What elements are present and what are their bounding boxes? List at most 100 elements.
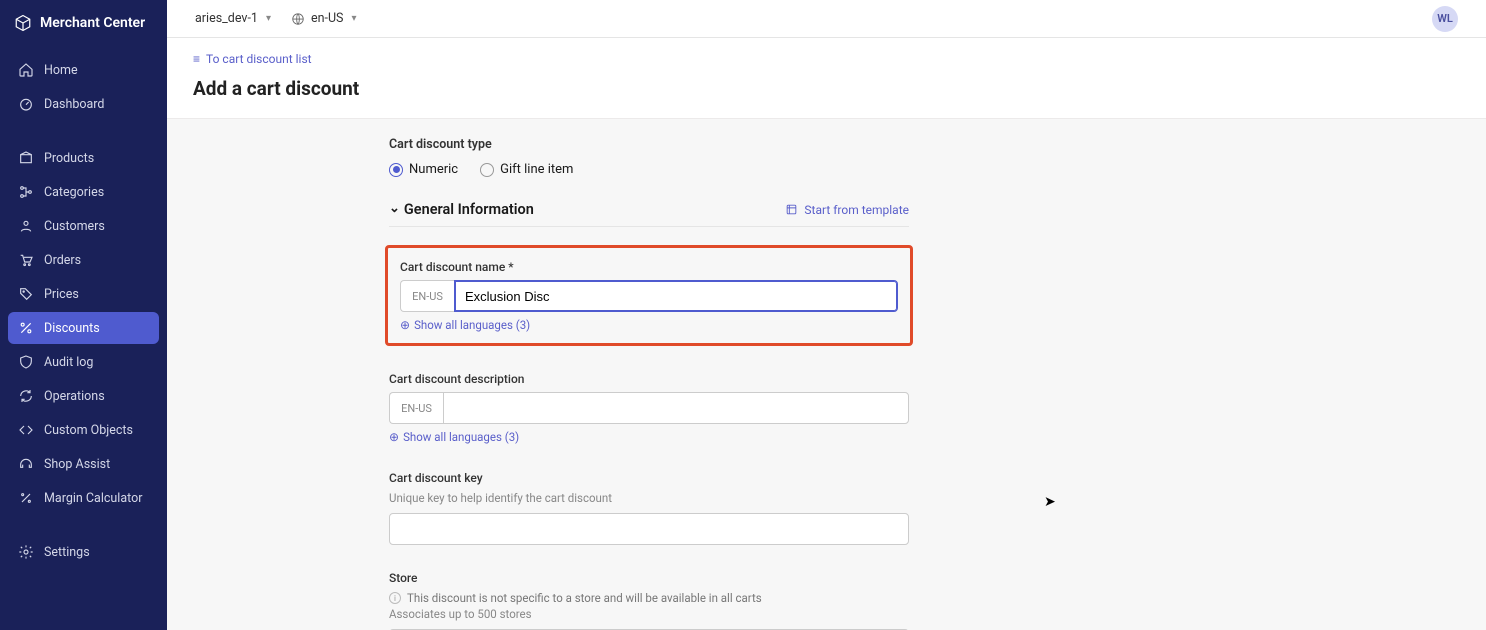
brand: Merchant Center <box>0 0 167 50</box>
template-icon <box>785 203 798 216</box>
highlighted-region: Cart discount name * EN-US Show all lang… <box>385 245 913 346</box>
radio-gift-line-item[interactable]: Gift line item <box>480 162 573 177</box>
sidebar-item-dashboard[interactable]: Dashboard <box>8 88 159 120</box>
store-info-text: This discount is not specific to a store… <box>407 591 762 605</box>
code-icon <box>18 422 34 438</box>
field-discount-description: Cart discount description EN-US Show all… <box>389 372 909 445</box>
locale-switcher[interactable]: en-US ▾ <box>291 11 357 26</box>
project-switcher[interactable]: aries_dev-1 ▾ <box>195 11 271 26</box>
type-radio-group: Numeric Gift line item <box>389 162 909 177</box>
key-label: Cart discount key <box>389 471 909 485</box>
user-icon <box>18 218 34 234</box>
cart-icon <box>18 252 34 268</box>
brand-label: Merchant Center <box>40 15 145 31</box>
section-header-row: General Information Start from template <box>389 201 909 218</box>
tag-icon <box>18 286 34 302</box>
show-lang-label: Show all languages (3) <box>414 318 530 332</box>
sidebar-item-label: Dashboard <box>44 97 104 112</box>
sidebar-item-categories[interactable]: Categories <box>8 176 159 208</box>
chevron-down-icon: ▾ <box>266 13 271 24</box>
globe-icon <box>291 12 305 26</box>
store-label: Store <box>389 571 909 585</box>
radio-label: Gift line item <box>500 162 573 177</box>
start-from-template-link[interactable]: Start from template <box>785 203 909 217</box>
sidebar-item-operations[interactable]: Operations <box>8 380 159 412</box>
sidebar-item-margin-calculator[interactable]: Margin Calculator <box>8 482 159 514</box>
percent2-icon <box>18 490 34 506</box>
tree-icon <box>18 184 34 200</box>
lang-tag[interactable]: EN-US <box>389 392 443 424</box>
show-all-languages-link[interactable]: Show all languages (3) <box>400 318 530 332</box>
section-title-label: General Information <box>404 201 534 218</box>
sidebar-item-settings[interactable]: Settings <box>8 536 159 568</box>
info-icon: i <box>389 592 401 604</box>
description-label: Cart discount description <box>389 372 909 386</box>
sidebar-item-label: Shop Assist <box>44 457 110 472</box>
field-discount-key: Cart discount key Unique key to help ide… <box>389 471 909 545</box>
sidebar: Merchant Center Home Dashboard Products … <box>0 0 167 630</box>
sidebar-item-shop-assist[interactable]: Shop Assist <box>8 448 159 480</box>
sidebar-item-prices[interactable]: Prices <box>8 278 159 310</box>
field-store: Store i This discount is not specific to… <box>389 571 909 630</box>
key-hint: Unique key to help identify the cart dis… <box>389 491 909 505</box>
sidebar-item-label: Audit log <box>44 355 93 370</box>
field-discount-name: Cart discount name * EN-US Show all lang… <box>400 260 898 333</box>
type-label: Cart discount type <box>389 137 909 152</box>
sidebar-item-customers[interactable]: Customers <box>8 210 159 242</box>
sidebar-item-label: Discounts <box>44 321 100 336</box>
page-title: Add a cart discount <box>193 77 1460 100</box>
store-hint: Associates up to 500 stores <box>389 607 909 621</box>
gauge-icon <box>18 96 34 112</box>
sidebar-item-label: Categories <box>44 185 104 200</box>
avatar[interactable]: WL <box>1432 6 1458 32</box>
sidebar-item-products[interactable]: Products <box>8 142 159 174</box>
store-info: i This discount is not specific to a sto… <box>389 591 909 605</box>
sidebar-item-label: Margin Calculator <box>44 491 142 506</box>
page-header: To cart discount list Add a cart discoun… <box>167 38 1486 119</box>
sidebar-item-label: Orders <box>44 253 81 268</box>
show-all-languages-link[interactable]: Show all languages (3) <box>389 430 519 444</box>
sidebar-item-home[interactable]: Home <box>8 54 159 86</box>
name-input[interactable] <box>454 280 898 312</box>
sidebar-item-label: Home <box>44 63 78 78</box>
breadcrumb-link[interactable]: To cart discount list <box>193 52 312 66</box>
start-template-label: Start from template <box>804 203 909 217</box>
sidebar-item-label: Products <box>44 151 94 166</box>
description-input[interactable] <box>443 392 909 424</box>
breadcrumb-label: To cart discount list <box>206 52 312 66</box>
chevron-down-icon: ▾ <box>351 13 356 24</box>
sidebar-item-audit-log[interactable]: Audit log <box>8 346 159 378</box>
radio-dot-icon <box>480 163 494 177</box>
cube-icon <box>14 14 32 32</box>
key-input[interactable] <box>389 513 909 545</box>
sidebar-item-label: Settings <box>44 545 90 560</box>
radio-numeric[interactable]: Numeric <box>389 162 458 177</box>
sidebar-item-custom-objects[interactable]: Custom Objects <box>8 414 159 446</box>
box-icon <box>18 150 34 166</box>
gear-icon <box>18 544 34 560</box>
sidebar-item-label: Operations <box>44 389 105 404</box>
form-scroll[interactable]: Cart discount type Numeric Gift line ite… <box>167 119 1486 630</box>
sync-icon <box>18 388 34 404</box>
sidebar-item-orders[interactable]: Orders <box>8 244 159 276</box>
name-label: Cart discount name * <box>400 260 898 274</box>
section-toggle-general[interactable]: General Information <box>389 201 534 218</box>
project-label: aries_dev-1 <box>195 11 258 26</box>
topbar: aries_dev-1 ▾ en-US ▾ WL <box>167 0 1486 38</box>
discount-form: Cart discount type Numeric Gift line ite… <box>389 137 909 630</box>
avatar-initials: WL <box>1437 12 1453 25</box>
radio-dot-icon <box>389 163 403 177</box>
home-icon <box>18 62 34 78</box>
locale-label: en-US <box>311 11 344 26</box>
divider <box>389 226 909 227</box>
shield-icon <box>18 354 34 370</box>
sidebar-item-label: Customers <box>44 219 105 234</box>
lang-tag[interactable]: EN-US <box>400 280 454 312</box>
radio-label: Numeric <box>409 162 458 177</box>
sidebar-item-label: Custom Objects <box>44 423 133 438</box>
show-lang-label: Show all languages (3) <box>403 430 519 444</box>
headset-icon <box>18 456 34 472</box>
sidebar-item-discounts[interactable]: Discounts <box>8 312 159 344</box>
description-input-wrap: EN-US <box>389 392 909 424</box>
sidebar-item-label: Prices <box>44 287 79 302</box>
